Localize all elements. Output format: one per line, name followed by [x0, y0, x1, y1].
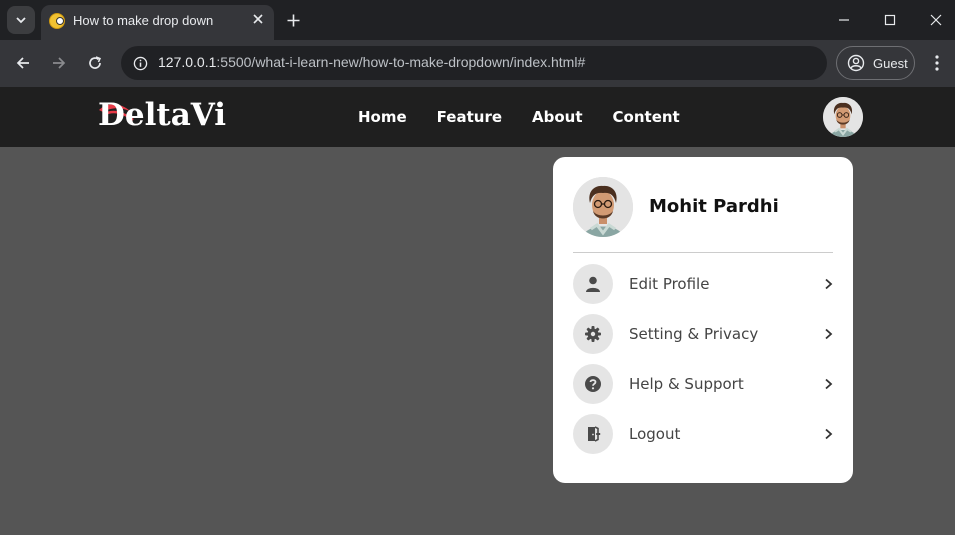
forward-button[interactable] — [45, 49, 73, 77]
user-icon — [573, 264, 613, 304]
close-icon — [253, 14, 263, 24]
new-tab-button[interactable] — [281, 8, 305, 32]
chevron-right-icon — [825, 328, 833, 340]
tab-search-button[interactable] — [7, 6, 35, 34]
maximize-button[interactable] — [875, 5, 905, 35]
chevron-right-icon — [825, 428, 833, 440]
avatar — [823, 97, 863, 137]
more-vert-icon — [935, 55, 939, 71]
menu-item-label: Setting & Privacy — [629, 325, 759, 343]
dropdown-user-info: Mohit Pardhi — [573, 177, 833, 237]
address-bar[interactable]: 127.0.0.1:5500/what-i-learn-new/how-to-m… — [121, 46, 827, 80]
chevron-right-icon — [825, 378, 833, 390]
profile-label: Guest — [873, 55, 908, 71]
close-icon — [930, 14, 942, 26]
nav-link-about[interactable]: About — [532, 108, 583, 126]
gear-icon — [573, 314, 613, 354]
info-icon — [133, 56, 147, 70]
browser-menu-button[interactable] — [925, 49, 949, 77]
nav-links: Home Feature About Content — [358, 87, 710, 147]
minimize-icon — [839, 19, 849, 21]
reload-icon — [89, 56, 101, 69]
user-avatar-button[interactable] — [823, 97, 863, 137]
minimize-button[interactable] — [829, 5, 859, 35]
guest-profile-icon — [846, 53, 866, 73]
menu-item-label: Logout — [629, 425, 681, 443]
menu-item-logout[interactable]: Logout — [573, 414, 835, 454]
menu-item-help-support[interactable]: Help & Support — [573, 364, 835, 404]
nav-link-feature[interactable]: Feature — [437, 108, 502, 126]
avatar — [573, 177, 633, 237]
browser-toolbar: 127.0.0.1:5500/what-i-learn-new/how-to-m… — [0, 40, 955, 87]
profile-button[interactable]: Guest — [836, 46, 915, 80]
nav-link-content[interactable]: Content — [613, 108, 680, 126]
plus-icon — [287, 14, 299, 26]
favicon-icon — [49, 13, 65, 29]
tab-close-button[interactable] — [248, 9, 268, 29]
arrow-left-icon — [16, 57, 29, 69]
browser-tab-active[interactable]: How to make drop down — [41, 5, 274, 40]
help-icon — [573, 364, 613, 404]
logout-icon — [573, 414, 613, 454]
site-info-button[interactable] — [129, 52, 151, 74]
user-name: Mohit Pardhi — [649, 196, 779, 217]
menu-item-label: Edit Profile — [629, 275, 710, 293]
tab-title: How to make drop down — [73, 13, 214, 28]
maximize-icon — [884, 14, 896, 26]
menu-item-label: Help & Support — [629, 375, 744, 393]
menu-item-setting-privacy[interactable]: Setting & Privacy — [573, 314, 835, 354]
close-window-button[interactable] — [921, 5, 951, 35]
browser-tabstrip: How to make drop down — [0, 0, 955, 40]
chevron-down-icon — [16, 17, 26, 24]
dropdown-divider — [573, 252, 833, 253]
url-host: 127.0.0.1 — [158, 54, 217, 70]
back-button[interactable] — [9, 49, 37, 77]
reload-button[interactable] — [81, 49, 109, 77]
profile-dropdown-menu: Mohit Pardhi Edit Profile Setting & Priv… — [553, 157, 853, 483]
chevron-right-icon — [825, 278, 833, 290]
url-text: 127.0.0.1:5500/what-i-learn-new/how-to-m… — [158, 54, 585, 70]
site-logo[interactable]: DeltaVi — [98, 97, 226, 133]
site-navbar: DeltaVi Home Feature About Content — [0, 87, 955, 147]
url-path: :5500/what-i-learn-new/how-to-make-dropd… — [216, 54, 586, 70]
nav-link-home[interactable]: Home — [358, 108, 407, 126]
arrow-right-icon — [53, 57, 66, 69]
menu-item-edit-profile[interactable]: Edit Profile — [573, 264, 835, 304]
